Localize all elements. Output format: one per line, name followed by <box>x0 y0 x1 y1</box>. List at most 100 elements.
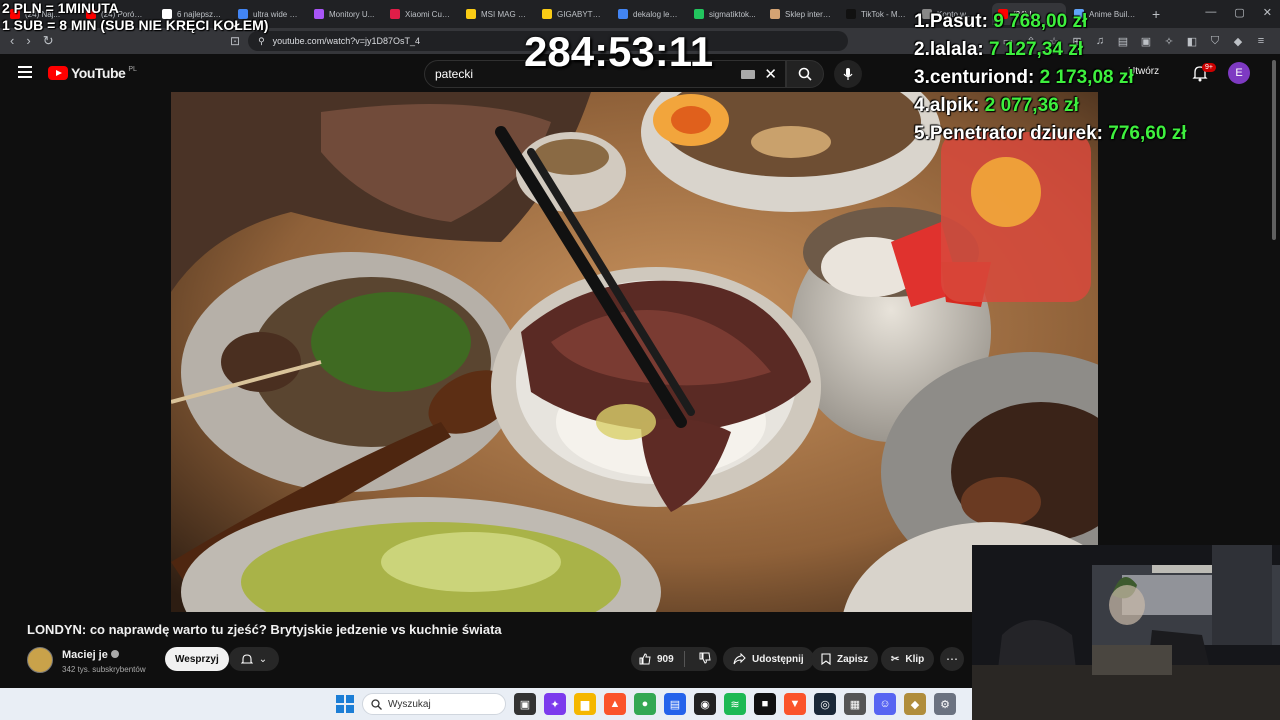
nav-buttons: ‹ › ↻ <box>0 33 230 49</box>
tab-favicon-icon <box>542 9 552 19</box>
browser-tab[interactable]: MSI MAG 3... <box>460 3 534 25</box>
search-icon <box>371 698 382 710</box>
notifications-badge: 9+ <box>1202 63 1216 72</box>
tab-title: sigmatiktok... <box>709 9 756 19</box>
keyboard-icon[interactable] <box>741 70 755 79</box>
leaderboard-donor: Pasut: <box>929 11 988 32</box>
donor-leaderboard: 1.Pasut: 9 768,00 zł 2.lalala: 7 127,34 z… <box>914 8 1186 148</box>
taskbar-league-icon[interactable]: ◆ <box>904 693 926 715</box>
taskbar-settings-icon[interactable]: ⚙ <box>934 693 956 715</box>
tab-title: Xiaomi Curv... <box>405 9 452 19</box>
browser-tab[interactable]: Xiaomi Curv... <box>384 3 458 25</box>
taskbar-copilot-icon[interactable]: ✦ <box>544 693 566 715</box>
shield-icon[interactable]: ⛉ <box>1208 35 1222 48</box>
channel-name[interactable]: Maciej je <box>62 649 108 661</box>
donation-rule-2: 1 SUB = 8 MIN (SUB NIE KRĘCI KOŁEM) <box>2 17 269 33</box>
tab-favicon-icon <box>466 9 476 19</box>
minimize-icon[interactable]: — <box>1205 6 1216 19</box>
taskbar-app-dark-icon[interactable]: ■ <box>754 693 776 715</box>
bell-icon <box>240 654 253 664</box>
taskbar-search[interactable]: Wyszukaj <box>362 693 506 715</box>
bookmark-icon[interactable]: ⊡ <box>230 34 240 48</box>
leaderboard-rank: 3. <box>914 67 930 88</box>
thumbs-up-icon <box>639 653 651 665</box>
leaderboard-amount: 9 768,00 zł <box>993 11 1088 32</box>
taskbar-task-view-icon[interactable]: ▣ <box>514 693 536 715</box>
subathon-timer: 284:53:11 <box>524 28 714 75</box>
hamburger-menu-icon[interactable] <box>18 66 32 81</box>
tab-title: GIGABYTE G... <box>557 9 604 19</box>
dislike-button[interactable] <box>691 652 711 667</box>
leaderboard-row: 1.Pasut: 9 768,00 zł <box>914 8 1186 36</box>
more-icon: ⋯ <box>946 652 958 666</box>
taskbar-brave-icon[interactable]: ▲ <box>604 693 626 715</box>
leaderboard-donor: centuriond: <box>929 67 1035 88</box>
share-button[interactable]: Udostępnij <box>723 647 814 671</box>
channel-avatar[interactable] <box>27 646 53 673</box>
thumbs-down-icon <box>699 652 711 664</box>
search-button[interactable] <box>786 60 824 88</box>
more-actions-button[interactable]: ⋯ <box>940 647 964 671</box>
windows-taskbar: Wyszukaj ▣ ✦ ▆ ▲ ● ▤ ◉ ≋ ■ ▼ ◎ ▦ ☺ ◆ ⚙ <box>0 688 972 720</box>
save-label: Zapisz <box>837 653 869 665</box>
tab-favicon-icon <box>618 9 628 19</box>
donation-rules: 2 PLN = 1MINUTA 1 SUB = 8 MIN (SUB NIE K… <box>2 0 268 34</box>
tab-title: dekalog lek... <box>633 9 680 19</box>
taskbar-discord-icon[interactable]: ☺ <box>874 693 896 715</box>
browser-tab[interactable]: GIGABYTE G... <box>536 3 610 25</box>
youtube-logo[interactable]: YouTube PL <box>48 65 137 81</box>
scissors-icon: ✂ <box>891 653 900 665</box>
taskbar-explorer-icon[interactable]: ▆ <box>574 693 596 715</box>
taskbar-recorder-icon[interactable]: ◉ <box>694 693 716 715</box>
subscriber-count: 342 tys. subskrybentów <box>62 665 146 674</box>
browser-tab[interactable]: Sklep intern... <box>764 3 838 25</box>
leaderboard-donor: alpik: <box>929 95 980 116</box>
voice-search-button[interactable] <box>834 60 862 88</box>
leaderboard-rank: 2. <box>914 39 930 60</box>
like-button[interactable]: 909 <box>631 651 685 667</box>
tab-title: TikTok - Ma... <box>861 9 908 19</box>
maximize-icon[interactable]: ▢ <box>1234 6 1244 19</box>
start-button[interactable] <box>336 695 354 713</box>
browser-tab[interactable]: Monitory U... <box>308 3 382 25</box>
leaderboard-rank: 4. <box>914 95 930 116</box>
video-frame-image <box>171 92 1098 612</box>
taskbar-apps: ▣ ✦ ▆ ▲ ● ▤ ◉ ≋ ■ ▼ ◎ ▦ ☺ ◆ ⚙ <box>514 693 956 715</box>
subscription-bell-button[interactable]: ⌄ <box>229 647 279 671</box>
clip-button[interactable]: ✂ Klip <box>881 647 935 671</box>
channel-info: Maciej je 342 tys. subskrybentów <box>27 645 146 674</box>
close-window-icon[interactable]: ✕ <box>1263 6 1272 19</box>
account-avatar[interactable]: E <box>1228 62 1250 84</box>
tab-favicon-icon <box>770 9 780 19</box>
channel-meta: Maciej je 342 tys. subskrybentów <box>62 645 146 674</box>
tab-favicon-icon <box>390 9 400 19</box>
sidebar-icon[interactable]: ◧ <box>1185 35 1199 48</box>
back-icon[interactable]: ‹ <box>10 33 14 49</box>
support-button[interactable]: Wesprzyj <box>165 647 229 671</box>
tab-favicon-icon <box>314 9 324 19</box>
taskbar-browser-active-icon[interactable]: ▼ <box>784 693 806 715</box>
video-player[interactable] <box>171 92 1098 612</box>
clear-search-icon[interactable]: ✕ <box>764 65 777 83</box>
taskbar-spotify-icon[interactable]: ≋ <box>724 693 746 715</box>
browser-tab[interactable]: dekalog lek... <box>612 3 686 25</box>
browser-tab[interactable]: sigmatiktok... <box>688 3 762 25</box>
vpn-icon[interactable]: ◆ <box>1231 35 1245 48</box>
browser-tab[interactable]: TikTok - Ma... <box>840 3 914 25</box>
leaderboard-rank: 5. <box>914 123 930 144</box>
taskbar-calculator-icon[interactable]: ▦ <box>844 693 866 715</box>
taskbar-steam-icon[interactable]: ◎ <box>814 693 836 715</box>
window-controls: — ▢ ✕ <box>1205 6 1272 19</box>
taskbar-chrome-icon[interactable]: ● <box>634 693 656 715</box>
taskbar-store-icon[interactable]: ▤ <box>664 693 686 715</box>
forward-icon[interactable]: › <box>26 33 30 49</box>
reload-icon[interactable]: ↻ <box>43 33 54 49</box>
save-button[interactable]: Zapisz <box>811 647 879 671</box>
clip-label: Klip <box>905 653 925 665</box>
site-info-icon[interactable]: ⚲ <box>258 36 265 47</box>
search-icon <box>798 67 812 81</box>
menu-icon[interactable]: ≡ <box>1254 35 1268 48</box>
leaderboard-donor: lalala: <box>929 39 984 60</box>
tab-title: Monitory U... <box>329 9 375 19</box>
page-scrollbar[interactable] <box>1272 60 1276 240</box>
